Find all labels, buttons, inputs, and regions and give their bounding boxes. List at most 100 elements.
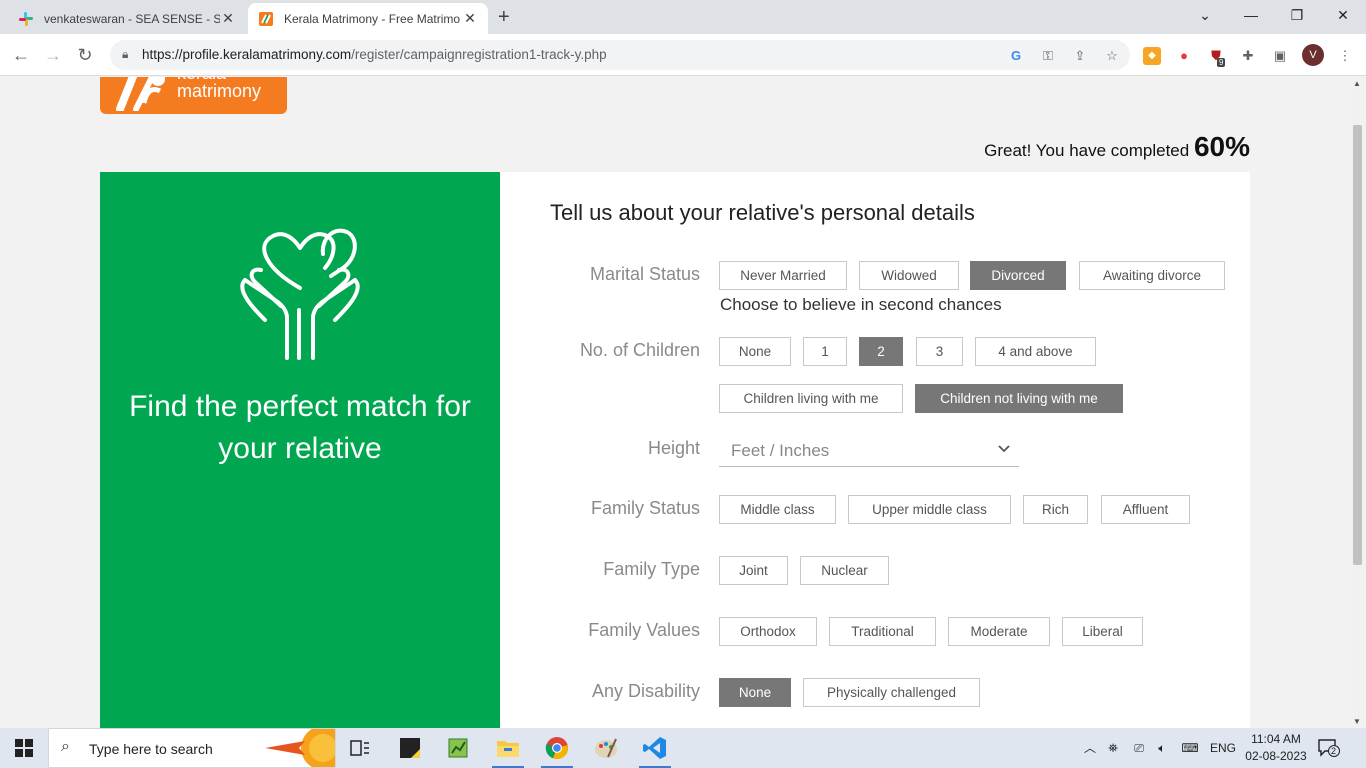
tab-slack[interactable]: venkateswaran - SEA SENSE - Sla ✕	[8, 3, 246, 34]
family-status-middle-class-button[interactable]: Middle class	[719, 495, 836, 524]
reload-icon[interactable]: ↻	[72, 42, 98, 68]
bookmark-star-icon[interactable]: ☆	[1102, 46, 1122, 66]
paint-icon[interactable]	[582, 728, 630, 768]
kebab-menu-icon[interactable]: ⋮	[1336, 47, 1354, 65]
share-icon[interactable]: ⇪	[1070, 46, 1090, 66]
restore-icon[interactable]: ❐	[1274, 0, 1320, 30]
completion-progress: Great! You have completed 60%	[984, 131, 1250, 163]
clock-time: 11:04 AM	[1251, 732, 1301, 746]
notification-center-icon[interactable]: 2	[1318, 738, 1340, 761]
promo-line1: Find the perfect match for	[129, 390, 471, 423]
url-host: https://profile.keralamatrimony.com	[142, 47, 352, 62]
file-explorer-icon[interactable]	[484, 728, 532, 768]
family-values-orthodox-button[interactable]: Orthodox	[719, 617, 817, 646]
color-picker-extension-icon[interactable]: ●	[1175, 47, 1193, 65]
slack-icon	[18, 11, 34, 27]
new-tab-icon[interactable]: +	[498, 6, 510, 29]
windows-start-icon[interactable]	[0, 728, 48, 768]
taskbar-search-box[interactable]: ⌕ Type here to search	[48, 728, 336, 768]
side-panel-icon[interactable]: ▣	[1271, 47, 1289, 65]
scroll-down-icon[interactable]: ▼	[1353, 717, 1361, 726]
page-scrollbar[interactable]: ▲ ▼	[1349, 77, 1366, 728]
promo-heading: Find the perfect match for your relative	[100, 386, 500, 470]
hands-holding-hearts-icon	[240, 228, 360, 360]
promo-line2: your relative	[218, 432, 382, 465]
progress-percent: 60%	[1193, 131, 1250, 162]
logo-line2: matrimony	[177, 81, 262, 101]
minimize-icon[interactable]: —	[1228, 0, 1274, 30]
form-title: Tell us about your relative's personal d…	[550, 200, 975, 225]
puzzle-extensions-icon[interactable]: ✚	[1239, 47, 1257, 65]
personal-details-form: Tell us about your relative's personal d…	[500, 172, 1250, 728]
family-status-affluent-button[interactable]: Affluent	[1101, 495, 1190, 524]
windows-taskbar: ⌕ Type here to search ︿ ⛯ ⎚ 🔈︎ ⌨ ENG 11:…	[0, 728, 1366, 768]
marital-awaiting-divorce-button[interactable]: Awaiting divorce	[1079, 261, 1225, 290]
tray-chevron-up-icon[interactable]: ︿	[1080, 728, 1100, 768]
family-type-joint-button[interactable]: Joint	[719, 556, 788, 585]
progress-text: Great! You have completed	[984, 141, 1190, 160]
family-status-label: Family Status	[590, 498, 700, 518]
promo-panel: Find the perfect match for your relative	[100, 172, 500, 728]
lock-icon[interactable]: 🔒︎	[122, 47, 128, 62]
logo-text: kerala matrimony	[177, 77, 262, 101]
marital-never-married-button[interactable]: Never Married	[719, 261, 847, 290]
keyboard-icon[interactable]: ⌨	[1177, 728, 1203, 768]
network-icon[interactable]: ⎚	[1128, 728, 1150, 768]
sticky-notes-icon[interactable]	[386, 728, 434, 768]
page-viewport: kerala matrimony Great! You have complet…	[0, 77, 1366, 728]
close-window-icon[interactable]: ✕	[1320, 0, 1366, 30]
chevron-down-icon	[997, 441, 1011, 457]
height-select[interactable]: Feet / Inches	[719, 435, 1019, 467]
kerala-matrimony-logo[interactable]: kerala matrimony	[100, 77, 287, 114]
address-bar[interactable]: 🔒︎ https://profile.keralamatrimony.com/r…	[110, 40, 1130, 70]
language-indicator[interactable]: ENG	[1207, 728, 1239, 768]
search-icon: ⌕	[61, 738, 70, 755]
people-icon[interactable]: ⛯	[1104, 728, 1122, 768]
profile-avatar[interactable]: V	[1302, 44, 1324, 66]
children-none-button[interactable]: None	[719, 337, 791, 366]
family-status-upper-middle-class-button[interactable]: Upper middle class	[848, 495, 1011, 524]
height-label: Height	[647, 438, 700, 458]
family-status-rich-button[interactable]: Rich	[1023, 495, 1088, 524]
volume-icon[interactable]: 🔈︎	[1152, 728, 1172, 768]
children-not-living-with-me-button[interactable]: Children not living with me	[915, 384, 1123, 413]
search-highlight-sun-icon	[265, 729, 335, 767]
kerala-matrimony-favicon-icon	[258, 11, 274, 27]
marital-status-label: Marital Status	[589, 264, 700, 284]
family-type-nuclear-button[interactable]: Nuclear	[800, 556, 889, 585]
back-arrow-icon[interactable]: ←	[8, 42, 34, 68]
disability-none-button[interactable]: None	[719, 678, 791, 707]
scrollbar-thumb[interactable]	[1353, 125, 1362, 565]
marital-divorced-button[interactable]: Divorced	[970, 261, 1066, 290]
task-view-icon[interactable]	[336, 728, 384, 768]
family-values-traditional-button[interactable]: Traditional	[829, 617, 936, 646]
chrome-icon[interactable]	[533, 728, 581, 768]
children-label: No. of Children	[579, 340, 700, 360]
taskbar-clock[interactable]: 11:04 AM 02-08-2023	[1245, 731, 1307, 765]
children-living-with-me-button[interactable]: Children living with me	[719, 384, 903, 413]
url-text: https://profile.keralamatrimony.com/regi…	[142, 47, 607, 62]
google-translate-icon[interactable]: G	[1006, 46, 1026, 66]
tab-search-chevron-down-icon[interactable]: ⌄	[1182, 0, 1228, 30]
tab-close-icon[interactable]: ✕	[220, 10, 236, 27]
vscode-icon[interactable]	[631, 728, 679, 768]
disability-physically-challenged-button[interactable]: Physically challenged	[803, 678, 980, 707]
children-1-button[interactable]: 1	[803, 337, 847, 366]
family-values-liberal-button[interactable]: Liberal	[1062, 617, 1143, 646]
tab-close-icon[interactable]: ✕	[462, 10, 478, 27]
children-4-and-above-button[interactable]: 4 and above	[975, 337, 1096, 366]
extension-icon[interactable]: ◆	[1143, 47, 1161, 65]
scroll-up-icon[interactable]: ▲	[1353, 79, 1361, 88]
children-2-button[interactable]: 2	[859, 337, 903, 366]
tab-kerala-matrimony[interactable]: Kerala Matrimony - Free Matrimo ✕	[248, 3, 488, 34]
family-type-label: Family Type	[603, 559, 700, 579]
key-icon[interactable]: ⚿	[1038, 46, 1058, 66]
browser-toolbar: ← → ↻ 🔒︎ https://profile.keralamatrimony…	[0, 34, 1366, 76]
family-values-moderate-button[interactable]: Moderate	[948, 617, 1050, 646]
marital-widowed-button[interactable]: Widowed	[859, 261, 959, 290]
tab-title: Kerala Matrimony - Free Matrimo	[284, 11, 461, 26]
extension-badge: 9	[1217, 58, 1226, 67]
children-3-button[interactable]: 3	[916, 337, 963, 366]
notepad-chart-app-icon[interactable]	[434, 728, 482, 768]
forward-arrow-icon[interactable]: →	[40, 42, 66, 68]
